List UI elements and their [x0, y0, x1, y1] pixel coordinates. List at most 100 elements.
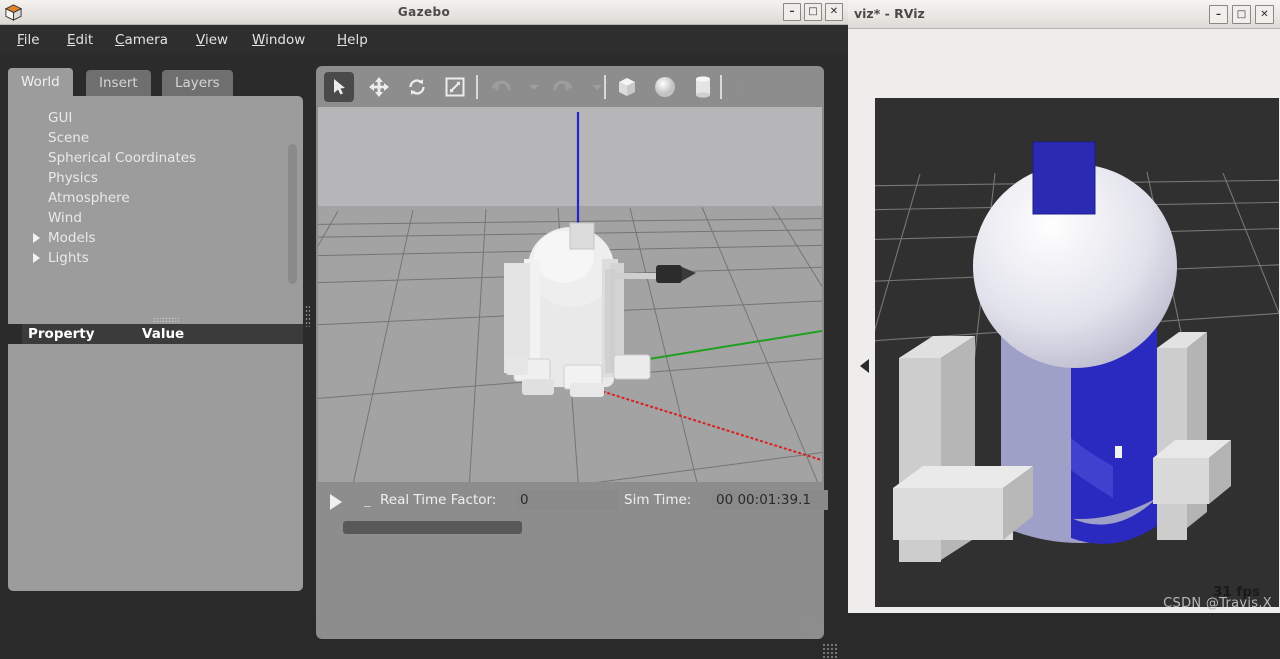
- expand-models-icon[interactable]: [33, 233, 40, 243]
- menu-edit-mnemonic: E: [67, 32, 76, 48]
- redo-button[interactable]: [548, 72, 578, 102]
- undo-arrow-icon: [491, 80, 511, 91]
- tree-item-wind[interactable]: Wind: [48, 208, 82, 228]
- rviz-title-text: viz* - RViz: [854, 6, 925, 21]
- rviz-close-button[interactable]: ✕: [1255, 5, 1274, 24]
- play-triangle-icon[interactable]: [330, 494, 342, 510]
- tree-item-physics[interactable]: Physics: [48, 168, 98, 188]
- cylinder-icon: [696, 76, 710, 98]
- tab-layers[interactable]: Layers: [162, 70, 233, 96]
- menu-help-mnemonic: H: [337, 32, 348, 48]
- rviz-minimize-button[interactable]: –: [1209, 5, 1228, 24]
- sphere-icon: [655, 77, 675, 97]
- status-dash: _: [364, 492, 371, 508]
- menu-window-rest: indow: [265, 32, 306, 48]
- rotate-mode-button[interactable]: [402, 72, 432, 102]
- menu-edit[interactable]: Edit: [60, 25, 100, 55]
- cursor-arrow-icon: [334, 79, 345, 95]
- panel-splitter-handle[interactable]: [153, 317, 179, 322]
- world-tree[interactable]: GUI Scene Spherical Coordinates Physics …: [8, 96, 303, 324]
- menu-view[interactable]: View: [189, 25, 235, 55]
- insert-box-button[interactable]: [612, 72, 642, 102]
- scale-mode-button[interactable]: [440, 72, 470, 102]
- toolbar-more-button[interactable]: [726, 72, 756, 102]
- gazebo-close-button[interactable]: ✕: [825, 3, 843, 21]
- tab-insert[interactable]: Insert: [86, 70, 151, 96]
- insert-sphere-button[interactable]: [650, 72, 680, 102]
- gazebo-window-resize-grip[interactable]: [822, 643, 838, 659]
- toolbar-separator-1: [476, 75, 478, 99]
- rviz-content: 31 fps CSDN @Travis.X: [848, 29, 1280, 613]
- rviz-window: viz* - RViz – □ ✕ 31 fps CSDN @Travis.X: [848, 0, 1280, 613]
- gazebo-title-text: Gazebo: [397, 5, 451, 19]
- redo-dropdown-chevron-down-icon[interactable]: [592, 85, 602, 90]
- gazebo-3d-viewport[interactable]: [318, 107, 822, 482]
- gazebo-toolbar: [316, 66, 824, 107]
- tree-item-models[interactable]: Models: [48, 228, 96, 248]
- value-column-header: Value: [142, 326, 185, 342]
- insert-cylinder-button[interactable]: [688, 72, 718, 102]
- menu-file-mnemonic: F: [17, 32, 24, 48]
- tree-item-lights[interactable]: Lights: [48, 248, 89, 268]
- tree-item-gui[interactable]: GUI: [48, 108, 72, 128]
- gazebo-window-controls: – □ ✕: [783, 3, 843, 21]
- menu-window-mnemonic: W: [252, 32, 266, 48]
- triangle-left-icon[interactable]: [860, 359, 869, 373]
- menu-view-rest: iew: [204, 32, 229, 48]
- gazebo-left-panel: World Insert Layers GUI Scene Spherical …: [8, 66, 303, 591]
- screen-root: Gazebo – □ ✕ File Edit Camera View Windo…: [0, 0, 1280, 659]
- gazebo-render-panel: _ Real Time Factor: 0 Sim Time: 00 00:01…: [316, 66, 828, 639]
- gazebo-minimize-button[interactable]: –: [783, 3, 801, 21]
- gazebo-window: Gazebo – □ ✕ File Edit Camera View Windo…: [0, 0, 848, 659]
- gazebo-menubar: File Edit Camera View Window Help: [0, 25, 848, 55]
- menu-camera-rest: amera: [124, 32, 168, 48]
- rviz-window-controls: – □ ✕: [1209, 5, 1274, 24]
- gazebo-panel-tabs: World Insert Layers: [8, 66, 303, 96]
- undo-button[interactable]: [486, 72, 516, 102]
- menu-file-rest: ile: [23, 32, 40, 48]
- menu-window[interactable]: Window: [245, 25, 312, 55]
- gazebo-scene: [318, 107, 822, 482]
- rviz-3d-view[interactable]: [875, 98, 1279, 607]
- sim-time-label: Sim Time:: [624, 492, 692, 508]
- tree-item-atmosphere[interactable]: Atmosphere: [48, 188, 130, 208]
- toolbar-separator-2: [604, 75, 606, 99]
- rviz-maximize-button[interactable]: □: [1232, 5, 1251, 24]
- menu-file[interactable]: File: [10, 25, 47, 55]
- gazebo-status-bar: _ Real Time Factor: 0 Sim Time: 00 00:01…: [318, 484, 828, 516]
- viewport-hscrollbar-track[interactable]: [318, 518, 822, 538]
- world-tree-scrollbar[interactable]: [288, 144, 297, 284]
- move-arrows-icon: [369, 77, 389, 97]
- render-panel-resize-grip[interactable]: [804, 621, 818, 635]
- expand-lights-icon[interactable]: [33, 253, 40, 263]
- select-mode-button[interactable]: [324, 72, 354, 102]
- menu-help[interactable]: Help: [330, 25, 375, 55]
- rviz-titlebar[interactable]: viz* - RViz – □ ✕: [848, 0, 1280, 29]
- real-time-factor-value: 0: [516, 490, 618, 510]
- watermark-text: CSDN @Travis.X: [1163, 596, 1272, 611]
- gazebo-maximize-button[interactable]: □: [804, 3, 822, 21]
- tree-item-scene[interactable]: Scene: [48, 128, 89, 148]
- menu-help-rest: elp: [347, 32, 368, 48]
- tab-world[interactable]: World: [8, 68, 73, 96]
- property-column-header: Property: [28, 326, 95, 342]
- ellipsis-icon: [738, 86, 744, 89]
- cube-icon: [619, 78, 635, 96]
- real-time-factor-label: Real Time Factor:: [380, 492, 497, 508]
- gazebo-titlebar[interactable]: Gazebo – □ ✕: [0, 0, 848, 25]
- tree-item-spherical-coordinates[interactable]: Spherical Coordinates: [48, 148, 196, 168]
- menu-view-mnemonic: V: [196, 32, 205, 48]
- menu-camera[interactable]: Camera: [108, 25, 175, 55]
- redo-arrow-icon: [553, 80, 573, 91]
- property-table-body[interactable]: [8, 344, 303, 591]
- translate-mode-button[interactable]: [364, 72, 394, 102]
- undo-dropdown-chevron-down-icon[interactable]: [529, 85, 539, 90]
- sim-time-value: 00 00:01:39.1: [712, 490, 828, 510]
- gazebo-body: World Insert Layers GUI Scene Spherical …: [0, 55, 848, 659]
- rviz-scene: [875, 98, 1279, 607]
- toolbar-separator-3: [720, 75, 722, 99]
- vertical-splitter[interactable]: [305, 305, 310, 327]
- rotate-circular-arrows-icon: [409, 79, 425, 95]
- menu-edit-rest: dit: [75, 32, 94, 48]
- viewport-hscrollbar-thumb[interactable]: [343, 521, 522, 534]
